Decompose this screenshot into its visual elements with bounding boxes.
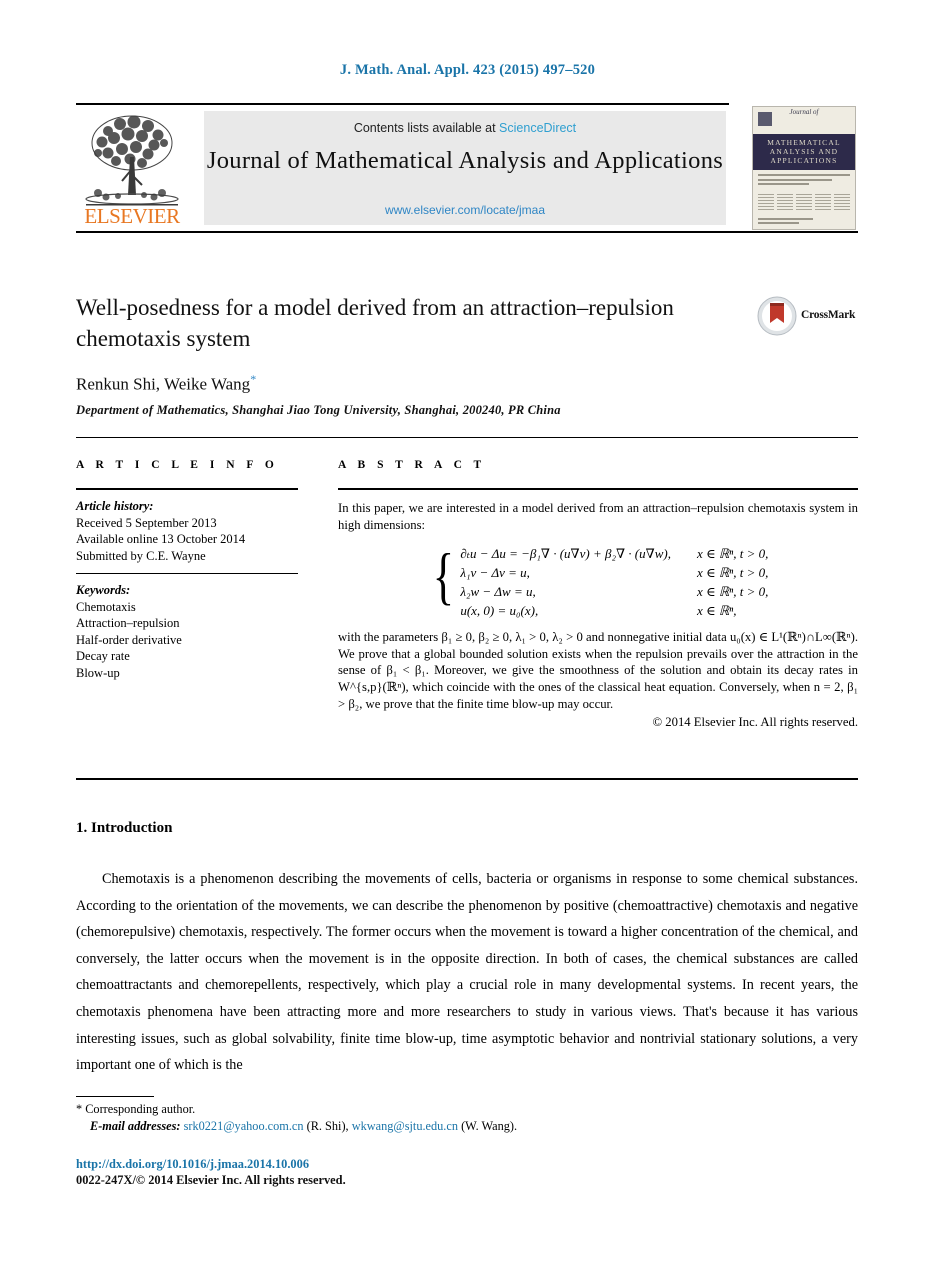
email-link-shi[interactable]: srk0221@yahoo.com.cn xyxy=(184,1119,304,1133)
equation-lhs: λ₁v − Δv = u, xyxy=(460,565,530,581)
equation-lhs: λ₂w − Δw = u, xyxy=(460,584,536,600)
journal-masthead: ELSEVIER Contents lists available at Sci… xyxy=(76,103,858,233)
email-link-wang[interactable]: wkwang@sjtu.edu.cn xyxy=(352,1119,458,1133)
abstract-heading: A B S T R A C T xyxy=(338,459,486,471)
corresponding-author-marker: * xyxy=(250,372,257,386)
cover-title-line3: APPLICATIONS xyxy=(770,156,838,165)
authors-names: Renkun Shi, Weike Wang xyxy=(76,374,251,394)
equation-lhs: ∂ₜu − Δu = −β₁∇ · (u∇v) + β₂∇ · (u∇w), xyxy=(460,546,671,562)
equation-rhs: x ∈ ℝⁿ, t > 0, xyxy=(696,584,769,600)
history-item: Submitted by C.E. Wayne xyxy=(76,548,206,563)
crossmark-badge: CrossMark xyxy=(757,296,862,338)
keyword-item: Attraction–repulsion xyxy=(76,616,180,630)
keyword-item: Half-order derivative xyxy=(76,632,182,647)
section-heading-introduction: 1. Introduction xyxy=(76,820,173,836)
keywords-label: Keywords: xyxy=(76,583,131,597)
elsevier-tree-icon xyxy=(85,115,179,206)
abstract-copyright: © 2014 Elsevier Inc. All rights reserved… xyxy=(652,715,858,730)
email-owner-wang: (W. Wang). xyxy=(461,1119,518,1133)
abstract-body: with the parameters β₁ ≥ 0, β₂ ≥ 0, λ₁ >… xyxy=(338,630,858,711)
sciencedirect-panel: Contents lists available at ScienceDirec… xyxy=(204,111,726,225)
cover-title-line2: ANALYSIS AND xyxy=(769,147,839,156)
issn-copyright-line: 0022-247X/© 2014 Elsevier Inc. All right… xyxy=(76,1173,346,1187)
introduction-paragraph: Chemotaxis is a phenomenon describing th… xyxy=(76,871,858,1074)
cover-top: Journal of xyxy=(753,108,855,134)
email-note: E-mail addresses: srk0221@yahoo.com.cn (… xyxy=(76,1118,776,1135)
footnote-star-icon: * xyxy=(76,1102,83,1116)
keywords-block: Keywords: Chemotaxis Attraction–repulsio… xyxy=(76,582,298,681)
equation-rhs: x ∈ ℝⁿ, xyxy=(696,603,737,619)
cover-contents-grid xyxy=(753,192,855,214)
cover-text-lines xyxy=(753,170,855,192)
corresponding-author-text: Corresponding author. xyxy=(85,1102,196,1116)
journal-homepage-link[interactable]: www.elsevier.com/locate/jmaa xyxy=(204,203,726,217)
article-info-column: A R T I C L E I N F O Article history: R… xyxy=(76,459,298,681)
masthead-top-rule xyxy=(76,103,729,105)
elsevier-wordmark: ELSEVIER xyxy=(84,204,180,228)
corresponding-author-note: * Corresponding author. xyxy=(76,1101,776,1118)
sciencedirect-link[interactable]: ScienceDirect xyxy=(499,121,576,135)
crossmark-label: CrossMark xyxy=(801,309,856,321)
article-history-label: Article history: xyxy=(76,499,154,513)
paper-page: J. Math. Anal. Appl. 423 (2015) 497–520 xyxy=(0,0,935,1266)
cover-footer-lines xyxy=(753,214,855,230)
footnote-rule xyxy=(76,1096,154,1097)
footnote-block: * Corresponding author. E-mail addresses… xyxy=(76,1101,776,1135)
elsevier-logo: ELSEVIER xyxy=(78,109,186,229)
equation-lhs: u(x, 0) = u₀(x), xyxy=(460,603,539,619)
email-label: E-mail addresses: xyxy=(90,1119,181,1133)
cover-title-band: MATHEMATICAL ANALYSIS AND APPLICATIONS xyxy=(753,134,855,170)
article-info-heading: A R T I C L E I N F O xyxy=(76,459,279,471)
masthead-bottom-rule xyxy=(76,231,858,233)
cover-title-line1: MATHEMATICAL xyxy=(767,138,841,147)
cover-badge-icon xyxy=(758,112,772,126)
author-list: Renkun Shi, Weike Wang* xyxy=(76,372,256,395)
crossmark-icon xyxy=(757,296,797,336)
keyword-item: Blow-up xyxy=(76,665,120,680)
page-title: Well-posedness for a model derived from … xyxy=(76,295,674,351)
abstract-column: A B S T R A C T In this paper, we are in… xyxy=(338,459,858,730)
journal-title: Journal of Mathematical Analysis and App… xyxy=(206,147,724,174)
abstract-rule xyxy=(338,488,858,490)
journal-cover-thumbnail: Journal of MATHEMATICAL ANALYSIS AND APP… xyxy=(752,106,856,230)
article-history-block: Article history: Received 5 September 20… xyxy=(76,498,298,564)
history-item: Available online 13 October 2014 xyxy=(76,532,246,546)
affiliation-rule xyxy=(76,437,858,438)
abstract-intro: In this paper, we are interested in a mo… xyxy=(338,501,858,532)
doi-link[interactable]: http://dx.doi.org/10.1016/j.jmaa.2014.10… xyxy=(76,1157,309,1172)
running-head: J. Math. Anal. Appl. 423 (2015) 497–520 xyxy=(339,62,596,78)
history-item: Received 5 September 2013 xyxy=(76,515,217,530)
keyword-item: Chemotaxis xyxy=(76,599,136,614)
equation-system: { ∂ₜu − Δu = −β₁∇ · (u∇v) + β₂∇ · (u∇w),… xyxy=(338,540,858,619)
affiliation: Department of Mathematics, Shanghai Jiao… xyxy=(76,403,561,417)
equation-brace: { xyxy=(432,540,454,612)
contents-text: Contents lists available at xyxy=(353,121,500,135)
keywords-rule xyxy=(76,573,298,574)
abstract-bottom-rule xyxy=(76,778,858,780)
article-info-rule xyxy=(76,488,298,490)
equation-rhs: x ∈ ℝⁿ, t > 0, xyxy=(696,546,769,562)
email-owner-shi: (R. Shi), xyxy=(306,1119,349,1133)
contents-line: Contents lists available at ScienceDirec… xyxy=(204,121,726,135)
equation-rhs: x ∈ ℝⁿ, t > 0, xyxy=(696,565,769,581)
keyword-item: Decay rate xyxy=(76,649,130,663)
